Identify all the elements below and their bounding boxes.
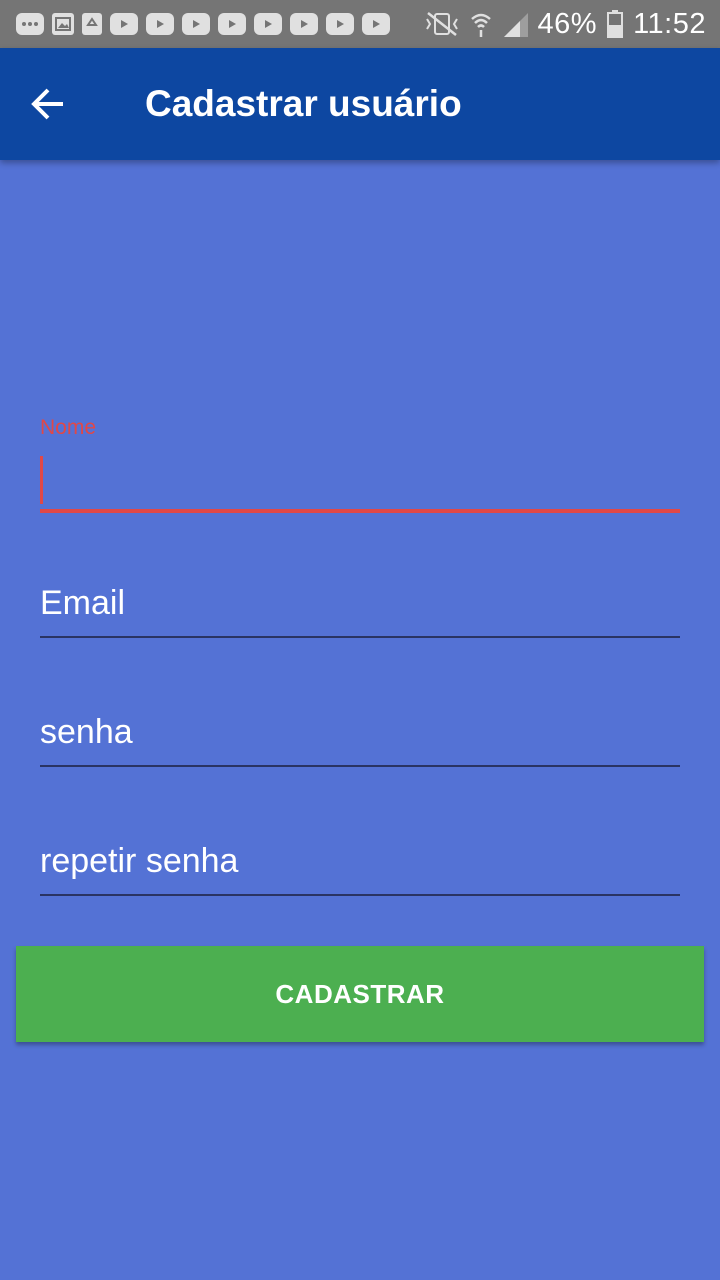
signal-icon [503, 13, 528, 37]
status-bar: 46% 11:52 [0, 0, 720, 48]
email-input[interactable] [40, 578, 680, 628]
battery-icon [607, 10, 624, 38]
youtube-icon [218, 13, 246, 35]
youtube-icon [146, 13, 174, 35]
name-field-underline [40, 509, 680, 513]
repeat-password-input[interactable] [40, 836, 680, 886]
name-input[interactable] [46, 458, 686, 506]
repeat-password-field [40, 772, 680, 901]
youtube-icon [326, 13, 354, 35]
name-field-label: Nome [40, 416, 97, 439]
system-icons: 46% 11:52 [424, 8, 706, 41]
register-button[interactable]: CADASTRAR [16, 946, 704, 1042]
chat-bubble-icon [16, 13, 44, 35]
youtube-icon [290, 13, 318, 35]
clock: 11:52 [633, 7, 706, 40]
app-bar: Cadastrar usuário [0, 48, 720, 160]
youtube-icon [254, 13, 282, 35]
youtube-icon [182, 13, 210, 35]
vibrate-mute-icon [425, 12, 458, 36]
image-icon [52, 13, 74, 35]
youtube-icon [110, 13, 138, 35]
password-field [40, 643, 680, 772]
repeat-password-field-underline [40, 894, 680, 896]
name-field: Nome [40, 410, 686, 514]
register-form: Nome [40, 410, 686, 901]
password-input[interactable] [40, 707, 680, 757]
youtube-icon [362, 13, 390, 35]
arrow-left-icon [31, 88, 63, 120]
wifi-icon [470, 13, 491, 37]
back-button[interactable] [0, 48, 96, 160]
text-cursor [40, 456, 43, 504]
email-field-underline [40, 636, 680, 638]
password-field-underline [40, 765, 680, 767]
page-title: Cadastrar usuário [145, 83, 462, 124]
email-field [40, 514, 680, 643]
battery-percent: 46% [537, 7, 598, 40]
recycle-icon [82, 13, 102, 35]
notification-icons [16, 13, 390, 35]
